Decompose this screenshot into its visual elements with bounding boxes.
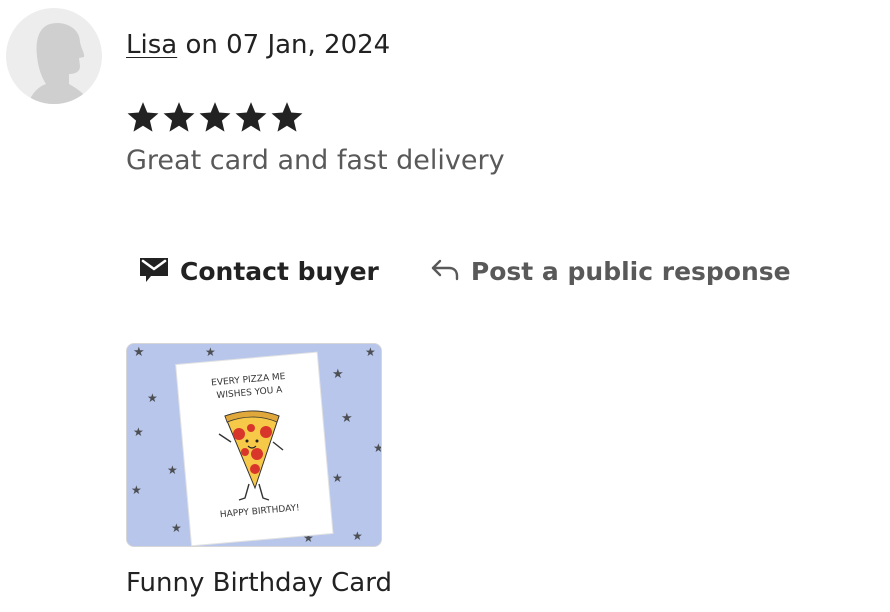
product-image: ★ ★ ★ ★ ★ ★ ★ ★ ★ ★ ★ ★ ★ ★ EVERY PIZZA … xyxy=(127,344,381,546)
contact-buyer-button[interactable]: Contact buyer xyxy=(138,252,379,290)
svg-text:★: ★ xyxy=(131,483,142,497)
svg-text:★: ★ xyxy=(373,441,381,455)
svg-text:★: ★ xyxy=(341,411,353,426)
review-header: Lisa on 07 Jan, 2024 xyxy=(126,30,390,60)
post-public-response-button[interactable]: Post a public response xyxy=(429,252,791,290)
star-icon xyxy=(163,102,195,132)
reviewer-avatar xyxy=(6,8,102,104)
svg-text:★: ★ xyxy=(332,471,343,485)
product-thumbnail[interactable]: ★ ★ ★ ★ ★ ★ ★ ★ ★ ★ ★ ★ ★ ★ EVERY PIZZA … xyxy=(126,343,382,547)
svg-text:★: ★ xyxy=(167,463,178,477)
svg-text:★: ★ xyxy=(352,529,363,543)
svg-text:★: ★ xyxy=(332,367,344,382)
svg-text:★: ★ xyxy=(147,391,158,405)
rating-stars xyxy=(126,100,304,134)
reply-arrow-icon xyxy=(429,252,461,290)
star-icon xyxy=(199,102,231,132)
product-title-link[interactable]: Funny Birthday Card xyxy=(126,568,392,598)
star-icon xyxy=(271,102,303,132)
post-public-response-label: Post a public response xyxy=(470,256,791,286)
review-text: Great card and fast delivery xyxy=(126,145,505,176)
svg-text:★: ★ xyxy=(365,345,376,359)
envelope-icon xyxy=(138,252,170,290)
svg-text:★: ★ xyxy=(205,345,216,359)
user-silhouette-icon xyxy=(28,23,90,104)
reviewer-name-link[interactable]: Lisa xyxy=(126,30,177,60)
review-actions: Contact buyer Post a public response xyxy=(138,252,791,290)
star-icon xyxy=(127,102,159,132)
svg-text:★: ★ xyxy=(133,345,145,360)
svg-text:★: ★ xyxy=(171,521,182,535)
review-date: on 07 Jan, 2024 xyxy=(177,30,391,60)
contact-buyer-label: Contact buyer xyxy=(180,256,379,286)
star-icon xyxy=(235,102,267,132)
svg-text:★: ★ xyxy=(133,425,144,439)
